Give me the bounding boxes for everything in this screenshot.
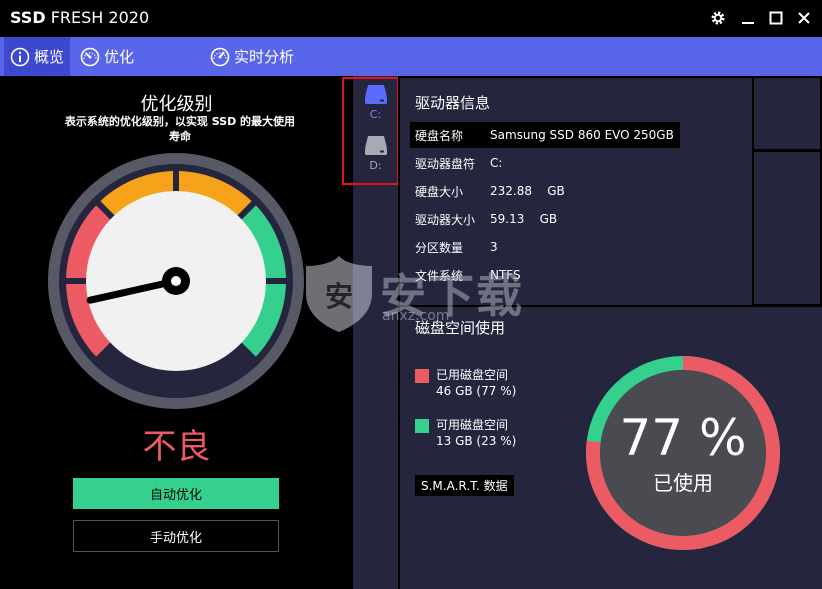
tab-realtime-analysis-label: 实时分析 bbox=[234, 48, 295, 66]
speedometer-icon bbox=[80, 47, 100, 66]
used-center-label: 已使用 bbox=[653, 471, 713, 495]
legend-free-value: 13 GB (23 %) bbox=[436, 434, 517, 448]
legend-used-value: 46 GB (77 %) bbox=[436, 384, 517, 398]
smart-data-button[interactable]: S.M.A.R.T. 数据 bbox=[415, 475, 514, 496]
info-row-partition-count: 分区数量 3 bbox=[415, 240, 498, 255]
legend-used-swatch bbox=[415, 369, 429, 383]
legend-used: 已用磁盘空间 46 GB (77 %) bbox=[415, 367, 516, 399]
svg-text:安: 安 bbox=[325, 280, 353, 313]
gear-icon[interactable] bbox=[706, 6, 730, 30]
gauge-hub-center bbox=[171, 276, 181, 286]
side-panel-middle bbox=[752, 150, 822, 306]
optimization-subtitle: 表示系统的优化级别，以实现 SSD 的最大使用寿命 bbox=[64, 115, 296, 143]
main-nav: 概览 优化 实时分析 bbox=[0, 37, 822, 76]
manual-optimize-button[interactable]: 手动优化 bbox=[73, 520, 279, 552]
optimization-gauge bbox=[48, 153, 304, 409]
watermark-shield-icon: 安 bbox=[306, 256, 372, 332]
info-row-drive-letter: 驱动器盘符 C: bbox=[415, 156, 503, 171]
info-row-drive-size: 驱动器大小 59.13 GB bbox=[415, 212, 558, 227]
close-icon[interactable] bbox=[792, 6, 816, 30]
auto-optimize-button[interactable]: 自动优化 bbox=[73, 478, 279, 509]
info-row-disk-name: 硬盘名称 Samsung SSD 860 EVO 250GB bbox=[410, 122, 680, 148]
drive-selector-highlight bbox=[342, 77, 399, 185]
info-icon bbox=[10, 47, 30, 66]
minimize-icon[interactable] bbox=[736, 6, 760, 30]
title-bar: SSD FRESH 2020 bbox=[0, 0, 822, 37]
watermark-url: anxz.com bbox=[382, 308, 450, 324]
optimization-title: 优化级别 bbox=[140, 94, 213, 115]
disk-usage-panel: 磁盘空间使用 已用磁盘空间 46 GB (77 %) 可用磁盘空间 13 GB … bbox=[398, 305, 822, 589]
side-panel-top bbox=[752, 76, 822, 151]
tab-optimize-label: 优化 bbox=[104, 48, 135, 66]
legend-free-label: 可用磁盘空间 bbox=[436, 418, 509, 432]
optimization-status: 不良 bbox=[142, 427, 211, 467]
tab-overview[interactable]: 概览 bbox=[4, 37, 70, 76]
app-title: SSD FRESH 2020 bbox=[10, 8, 150, 27]
optimization-panel: 优化级别 表示系统的优化级别，以实现 SSD 的最大使用寿命 不良 自动优化 手… bbox=[0, 76, 353, 589]
info-row-disk-size: 硬盘大小 232.88 GB bbox=[415, 184, 565, 199]
drive-info-title: 驱动器信息 bbox=[415, 94, 491, 112]
legend-used-label: 已用磁盘空间 bbox=[436, 368, 509, 382]
tab-overview-label: 概览 bbox=[34, 48, 65, 66]
tab-realtime-analysis[interactable]: 实时分析 bbox=[210, 37, 294, 76]
tab-optimize[interactable]: 优化 bbox=[80, 37, 134, 76]
analysis-icon bbox=[210, 47, 230, 66]
legend-free: 可用磁盘空间 13 GB (23 %) bbox=[415, 417, 516, 449]
maximize-icon[interactable] bbox=[764, 6, 788, 30]
used-percent: 77 % bbox=[619, 409, 747, 467]
legend-free-swatch bbox=[415, 419, 429, 433]
